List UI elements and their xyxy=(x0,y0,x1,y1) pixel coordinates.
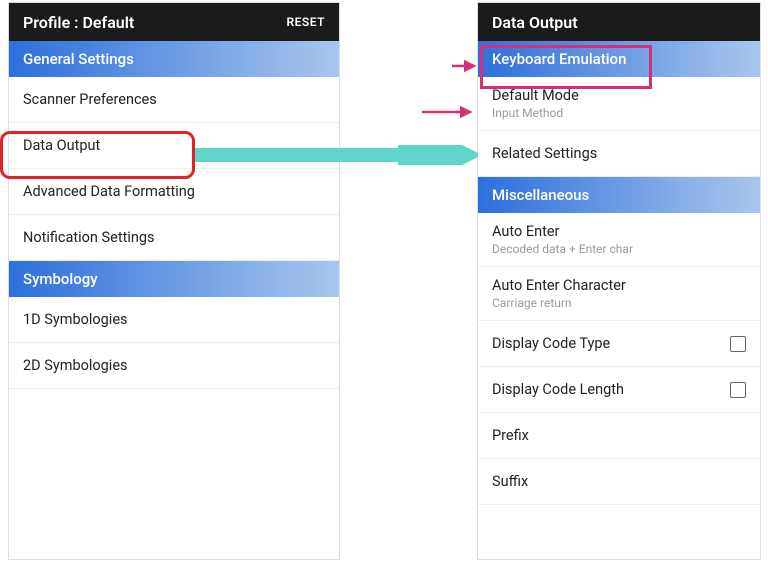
item-label: Default Mode xyxy=(492,87,746,104)
data-output-titlebar: Data Output xyxy=(478,3,760,41)
checkbox-display-code-type[interactable] xyxy=(730,336,746,352)
item-label: Scanner Preferences xyxy=(23,91,157,108)
item-auto-enter-character[interactable]: Auto Enter Character Carriage return xyxy=(478,267,760,321)
item-default-mode[interactable]: Default Mode Input Method xyxy=(478,77,760,131)
item-label: 2D Symbologies xyxy=(23,357,128,374)
item-label: Prefix xyxy=(492,427,529,444)
section-miscellaneous: Miscellaneous xyxy=(478,177,760,213)
item-label: Auto Enter Character xyxy=(492,277,746,294)
item-scanner-preferences[interactable]: Scanner Preferences xyxy=(9,77,339,123)
item-prefix[interactable]: Prefix xyxy=(478,413,760,459)
item-notification-settings[interactable]: Notification Settings xyxy=(9,215,339,261)
item-advanced-data-formatting[interactable]: Advanced Data Formatting xyxy=(9,169,339,215)
section-general-settings: General Settings xyxy=(9,41,339,77)
item-display-code-type[interactable]: Display Code Type xyxy=(478,321,760,367)
item-display-code-length[interactable]: Display Code Length xyxy=(478,367,760,413)
item-sublabel: Input Method xyxy=(492,106,746,120)
reset-button[interactable]: RESET xyxy=(287,15,325,29)
item-label: Display Code Length xyxy=(492,381,624,398)
item-sublabel: Decoded data + Enter char xyxy=(492,242,746,256)
item-2d-symbologies[interactable]: 2D Symbologies xyxy=(9,343,339,389)
profile-title: Profile : Default xyxy=(23,13,134,32)
item-label: 1D Symbologies xyxy=(23,311,128,328)
section-symbology: Symbology xyxy=(9,261,339,297)
data-output-title: Data Output xyxy=(492,13,578,32)
item-label: Suffix xyxy=(492,473,528,490)
item-label: Notification Settings xyxy=(23,229,154,246)
item-auto-enter[interactable]: Auto Enter Decoded data + Enter char xyxy=(478,213,760,267)
checkbox-display-code-length[interactable] xyxy=(730,382,746,398)
item-label: Auto Enter xyxy=(492,223,746,240)
profile-panel: Profile : Default RESET General Settings… xyxy=(8,2,340,560)
item-1d-symbologies[interactable]: 1D Symbologies xyxy=(9,297,339,343)
item-label: Display Code Type xyxy=(492,335,610,352)
item-related-settings[interactable]: Related Settings xyxy=(478,131,760,177)
item-label: Advanced Data Formatting xyxy=(23,183,195,200)
item-label: Data Output xyxy=(23,137,100,154)
annotation-arrow-pink-2 xyxy=(422,105,478,119)
section-keyboard-emulation: Keyboard Emulation xyxy=(478,41,760,77)
profile-titlebar: Profile : Default RESET xyxy=(9,3,339,41)
item-data-output[interactable]: Data Output xyxy=(9,123,339,169)
data-output-panel: Data Output Keyboard Emulation Default M… xyxy=(477,2,761,560)
item-sublabel: Carriage return xyxy=(492,296,746,310)
item-label: Related Settings xyxy=(492,145,597,162)
item-suffix[interactable]: Suffix xyxy=(478,459,760,505)
